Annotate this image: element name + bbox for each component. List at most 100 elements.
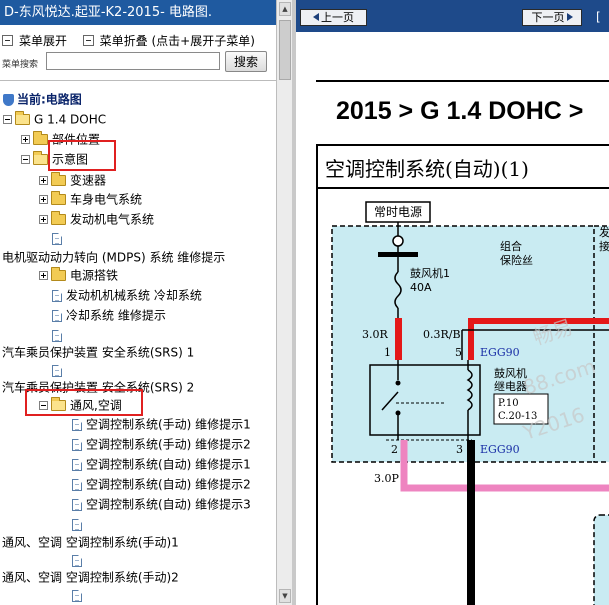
search-button[interactable]: 搜索	[225, 51, 267, 72]
collapse-all-control[interactable]: 菜单折叠 (点击+展开子菜单)	[82, 34, 255, 48]
tree-item[interactable]	[72, 586, 86, 604]
tree-item-label: 冷却系统 维修提示	[66, 308, 166, 323]
tree-item[interactable]: 通风、空调 空调控制系统(手动)2	[2, 568, 179, 586]
tree-item-label: 通风、空调 空调控制系统(手动)2	[2, 570, 179, 585]
folder-open-icon	[33, 151, 48, 165]
wire-label: 3.0P	[374, 472, 399, 485]
tree-item[interactable]: 电机驱动动力转向 (MDPS) 系统 维修提示	[2, 248, 225, 266]
tree-item[interactable]	[52, 229, 66, 247]
square-icon	[2, 35, 13, 46]
page-icon	[52, 329, 62, 342]
page-icon	[72, 554, 82, 567]
expand-icon[interactable]	[39, 271, 48, 280]
menu-search: 菜单搜索 搜索	[2, 51, 274, 73]
tree-item-label: 车身电气系统	[70, 192, 143, 207]
pin-number: 1	[384, 346, 391, 359]
folder-icon	[51, 211, 66, 225]
page-icon	[52, 289, 62, 302]
tree-item[interactable]: 车身电气系统	[39, 190, 142, 208]
folder-icon	[51, 172, 66, 186]
tree-item-label: 电源搭铁	[70, 268, 119, 283]
tree-item[interactable]: 空调控制系统(手动) 维修提示2	[72, 435, 251, 453]
tree-item-label: 空调控制系统(自动) 维修提示2	[86, 477, 251, 492]
page-icon	[72, 589, 82, 602]
wire-red	[395, 318, 402, 360]
tree-item[interactable]: 空调控制系统(自动) 维修提示1	[72, 455, 251, 473]
wire-black	[467, 440, 475, 605]
expand-icon[interactable]	[39, 195, 48, 204]
folder-icon	[51, 191, 66, 205]
tree-item-label: 通风、空调 空调控制系统(手动)1	[2, 535, 179, 550]
blower-motor-box	[593, 514, 609, 605]
tree-item[interactable]: 空调控制系统(自动) 维修提示3	[72, 495, 251, 513]
pin-number: 5	[455, 346, 462, 359]
pin-number: 3	[456, 443, 463, 456]
connector-label: EGG90	[480, 443, 520, 456]
fuse-box-label: 组合	[500, 239, 522, 253]
tree-item-label: 空调控制系统(手动) 维修提示2	[86, 437, 251, 452]
expand-icon[interactable]	[39, 176, 48, 185]
engine-box	[593, 225, 609, 463]
expand-all-label: 菜单展开	[19, 34, 68, 48]
terminal-icon	[392, 235, 404, 247]
connector-label: EGG90	[480, 346, 520, 359]
tree-item-label: 空调控制系统(手动) 维修提示1	[86, 417, 251, 432]
page-icon	[52, 309, 62, 322]
collapse-icon[interactable]	[3, 115, 12, 124]
page-icon	[72, 518, 82, 531]
tree-item-label: 空调控制系统(自动) 维修提示3	[86, 497, 251, 512]
tree-item[interactable]: 空调控制系统(手动) 维修提示1	[72, 415, 251, 433]
square-icon	[82, 35, 94, 46]
menu-scrollbar[interactable]: ▲ ▼	[276, 0, 292, 605]
page-icon	[72, 498, 82, 511]
fuse-box-label: 保险丝	[500, 253, 533, 267]
tree-current: 当前:电路图	[3, 90, 82, 108]
page-icon	[72, 418, 82, 431]
tree-item[interactable]: G 1.4 DOHC	[3, 110, 106, 128]
tree-item-label: 空调控制系统(自动) 维修提示1	[86, 457, 251, 472]
pin-number: 2	[391, 443, 398, 456]
tree-item-label: 汽车乘员保护装置 安全系统(SRS) 1	[2, 345, 195, 360]
fuse-rating: 40A	[410, 281, 432, 294]
menu-pane: D-东风悦达.起亚-K2-2015- 电路图. 菜单展开 菜单折叠 (点击+展开…	[0, 0, 276, 605]
tree-item[interactable]: 电源搭铁	[39, 266, 118, 284]
page-icon	[52, 364, 62, 377]
tree-item[interactable]	[72, 515, 86, 533]
tree-item-label: 变速器	[70, 173, 107, 188]
tree-item-label: 发动机电气系统	[70, 212, 155, 227]
collapse-icon[interactable]	[21, 155, 30, 164]
highlight-box	[48, 140, 116, 171]
expand-all-control[interactable]: 菜单展开	[2, 34, 67, 48]
tree-current-label: 当前:电路图	[17, 92, 82, 107]
expand-icon[interactable]	[39, 215, 48, 224]
menu-controls: 菜单展开 菜单折叠 (点击+展开子菜单)	[2, 32, 255, 49]
power-source-label: 常时电源	[374, 205, 422, 219]
folder-icon	[51, 267, 66, 281]
tree-item[interactable]	[52, 361, 66, 379]
tree-item[interactable]	[72, 551, 86, 569]
tree-item-label: G 1.4 DOHC	[34, 112, 107, 127]
tree-item[interactable]: 发动机机械系统 冷却系统	[52, 286, 202, 304]
tree-item[interactable]: 汽车乘员保护装置 安全系统(SRS) 1	[2, 343, 194, 361]
scroll-up-icon[interactable]: ▲	[279, 2, 291, 16]
search-input[interactable]	[46, 52, 220, 70]
page-icon	[72, 458, 82, 471]
highlight-box	[25, 389, 143, 416]
tree-item-label: 发动机机械系统 冷却系统	[66, 288, 202, 303]
search-label: 菜单搜索	[2, 60, 39, 70]
scroll-down-icon[interactable]: ▼	[279, 589, 291, 603]
globe-icon	[3, 93, 14, 106]
folder-open-icon	[15, 111, 30, 125]
page-icon	[72, 478, 82, 491]
wire-label: 0.3R/B	[423, 328, 461, 341]
tree-item[interactable]: 变速器	[39, 171, 106, 189]
expand-icon[interactable]	[21, 135, 30, 144]
wiring-diagram: 常时电源 鼓风机1 40A 组合 保险丝 发 接 3.0R 0.3R/B 1 5…	[331, 201, 609, 605]
tree-item[interactable]: 通风、空调 空调控制系统(手动)1	[2, 533, 179, 551]
tree-item[interactable]: 空调控制系统(自动) 维修提示2	[72, 475, 251, 493]
bus-bar	[378, 252, 418, 257]
scroll-thumb[interactable]	[279, 20, 291, 80]
tree-item[interactable]: 冷却系统 维修提示	[52, 306, 166, 324]
tree-item[interactable]: 发动机电气系统	[39, 210, 154, 228]
tree-item[interactable]	[52, 326, 66, 344]
